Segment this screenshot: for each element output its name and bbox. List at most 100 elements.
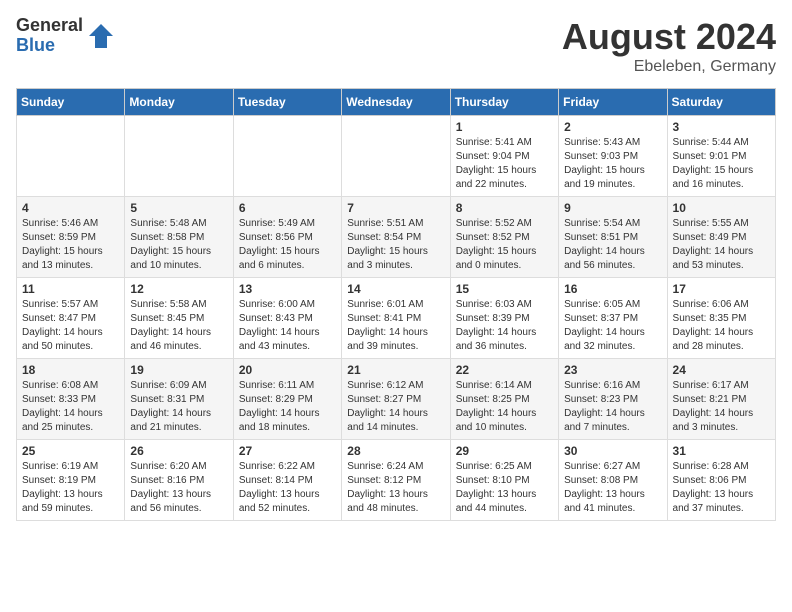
calendar-cell: 29Sunrise: 6:25 AM Sunset: 8:10 PM Dayli… [450,440,558,521]
day-number: 11 [22,282,119,296]
day-number: 6 [239,201,336,215]
calendar-cell: 1 Sunrise: 5:41 AM Sunset: 9:04 PM Daylig… [450,116,558,197]
logo-general: General [16,16,83,36]
day-info: Sunrise: 5:57 AM Sunset: 8:47 PM Dayligh… [22,298,119,354]
day-number: 1 [456,120,553,134]
calendar-cell: 19Sunrise: 6:09 AM Sunset: 8:31 PM Dayli… [125,359,233,440]
calendar-cell: 30Sunrise: 6:27 AM Sunset: 8:08 PM Dayli… [559,440,667,521]
calendar-cell: 22Sunrise: 6:14 AM Sunset: 8:25 PM Dayli… [450,359,558,440]
month-year-title: August 2024 [562,16,776,58]
day-number: 29 [456,444,553,458]
day-number: 23 [564,363,661,377]
calendar-cell [17,116,125,197]
calendar-cell: 12 Sunrise: 5:58 AM Sunset: 8:45 PM Dayli… [125,278,233,359]
day-info: Sunrise: 6:03 AM Sunset: 8:39 PM Dayligh… [456,298,553,354]
calendar-cell: 27Sunrise: 6:22 AM Sunset: 8:14 PM Dayli… [233,440,341,521]
day-number: 17 [673,282,770,296]
calendar-cell: 16 Sunrise: 6:05 AM Sunset: 8:37 PM Dayli… [559,278,667,359]
calendar-cell: 7 Sunrise: 5:51 AM Sunset: 8:54 PM Daylig… [342,197,450,278]
calendar-cell: 6 Sunrise: 5:49 AM Sunset: 8:56 PM Daylig… [233,197,341,278]
day-info: Sunrise: 6:05 AM Sunset: 8:37 PM Dayligh… [564,298,661,354]
col-tuesday: Tuesday [233,89,341,116]
day-info: Sunrise: 5:58 AM Sunset: 8:45 PM Dayligh… [130,298,227,354]
day-number: 25 [22,444,119,458]
calendar-cell: 21 Sunrise: 6:12 AM Sunset: 8:27 PM Dayli… [342,359,450,440]
day-info: Sunrise: 5:54 AM Sunset: 8:51 PM Dayligh… [564,217,661,273]
calendar-cell: 5 Sunrise: 5:48 AM Sunset: 8:58 PM Daylig… [125,197,233,278]
day-info: Sunrise: 6:08 AM Sunset: 8:33 PM Dayligh… [22,379,119,435]
calendar-cell: 17Sunrise: 6:06 AM Sunset: 8:35 PM Dayli… [667,278,775,359]
day-number: 16 [564,282,661,296]
logo-icon [87,22,115,50]
logo-blue: Blue [16,36,83,56]
calendar-cell: 9Sunrise: 5:54 AM Sunset: 8:51 PM Daylig… [559,197,667,278]
col-wednesday: Wednesday [342,89,450,116]
day-info: Sunrise: 5:51 AM Sunset: 8:54 PM Dayligh… [347,217,444,273]
day-info: Sunrise: 5:46 AM Sunset: 8:59 PM Dayligh… [22,217,119,273]
calendar-cell: 10 Sunrise: 5:55 AM Sunset: 8:49 PM Dayli… [667,197,775,278]
page-header: General Blue August 2024 Ebeleben, Germa… [16,16,776,76]
day-info: Sunrise: 6:01 AM Sunset: 8:41 PM Dayligh… [347,298,444,354]
col-monday: Monday [125,89,233,116]
day-info: Sunrise: 6:09 AM Sunset: 8:31 PM Dayligh… [130,379,227,435]
day-number: 8 [456,201,553,215]
day-info: Sunrise: 6:20 AM Sunset: 8:16 PM Dayligh… [130,460,227,516]
col-saturday: Saturday [667,89,775,116]
logo-text: General Blue [16,16,83,56]
day-info: Sunrise: 5:43 AM Sunset: 9:03 PM Dayligh… [564,136,661,192]
day-number: 15 [456,282,553,296]
calendar-header: Sunday Monday Tuesday Wednesday Thursday… [17,89,776,116]
day-number: 30 [564,444,661,458]
day-number: 18 [22,363,119,377]
calendar-cell: 31Sunrise: 6:28 AM Sunset: 8:06 PM Dayli… [667,440,775,521]
day-number: 26 [130,444,227,458]
calendar-cell: 20 Sunrise: 6:11 AM Sunset: 8:29 PM Dayli… [233,359,341,440]
day-number: 5 [130,201,227,215]
calendar-cell: 28Sunrise: 6:24 AM Sunset: 8:12 PM Dayli… [342,440,450,521]
col-friday: Friday [559,89,667,116]
day-number: 10 [673,201,770,215]
day-info: Sunrise: 5:55 AM Sunset: 8:49 PM Dayligh… [673,217,770,273]
day-number: 7 [347,201,444,215]
day-number: 24 [673,363,770,377]
calendar-cell: 18 Sunrise: 6:08 AM Sunset: 8:33 PM Dayli… [17,359,125,440]
day-number: 12 [130,282,227,296]
calendar-cell: 23 Sunrise: 6:16 AM Sunset: 8:23 PM Dayli… [559,359,667,440]
location-subtitle: Ebeleben, Germany [562,58,776,76]
calendar-cell: 24 Sunrise: 6:17 AM Sunset: 8:21 PM Dayli… [667,359,775,440]
day-number: 22 [456,363,553,377]
calendar-cell: 3Sunrise: 5:44 AM Sunset: 9:01 PM Daylig… [667,116,775,197]
day-number: 14 [347,282,444,296]
day-number: 2 [564,120,661,134]
calendar-week-3: 11 Sunrise: 5:57 AM Sunset: 8:47 PM Dayli… [17,278,776,359]
calendar-week-5: 25 Sunrise: 6:19 AM Sunset: 8:19 PM Dayli… [17,440,776,521]
calendar-week-4: 18 Sunrise: 6:08 AM Sunset: 8:33 PM Dayli… [17,359,776,440]
day-info: Sunrise: 6:17 AM Sunset: 8:21 PM Dayligh… [673,379,770,435]
logo: General Blue [16,16,115,56]
day-number: 28 [347,444,444,458]
day-info: Sunrise: 5:52 AM Sunset: 8:52 PM Dayligh… [456,217,553,273]
calendar-cell: 14 Sunrise: 6:01 AM Sunset: 8:41 PM Dayli… [342,278,450,359]
day-number: 27 [239,444,336,458]
day-number: 20 [239,363,336,377]
col-thursday: Thursday [450,89,558,116]
day-number: 31 [673,444,770,458]
day-number: 21 [347,363,444,377]
calendar-week-1: 1 Sunrise: 5:41 AM Sunset: 9:04 PM Daylig… [17,116,776,197]
calendar-table: Sunday Monday Tuesday Wednesday Thursday… [16,88,776,521]
day-info: Sunrise: 6:16 AM Sunset: 8:23 PM Dayligh… [564,379,661,435]
day-number: 13 [239,282,336,296]
col-sunday: Sunday [17,89,125,116]
day-info: Sunrise: 5:48 AM Sunset: 8:58 PM Dayligh… [130,217,227,273]
day-info: Sunrise: 6:12 AM Sunset: 8:27 PM Dayligh… [347,379,444,435]
day-info: Sunrise: 6:19 AM Sunset: 8:19 PM Dayligh… [22,460,119,516]
day-info: Sunrise: 6:11 AM Sunset: 8:29 PM Dayligh… [239,379,336,435]
day-info: Sunrise: 5:49 AM Sunset: 8:56 PM Dayligh… [239,217,336,273]
calendar-cell: 25 Sunrise: 6:19 AM Sunset: 8:19 PM Dayli… [17,440,125,521]
day-number: 3 [673,120,770,134]
calendar-cell: 13Sunrise: 6:00 AM Sunset: 8:43 PM Dayli… [233,278,341,359]
calendar-week-2: 4Sunrise: 5:46 AM Sunset: 8:59 PM Daylig… [17,197,776,278]
calendar-cell: 8 Sunrise: 5:52 AM Sunset: 8:52 PM Daylig… [450,197,558,278]
day-info: Sunrise: 5:41 AM Sunset: 9:04 PM Dayligh… [456,136,553,192]
calendar-cell: 26 Sunrise: 6:20 AM Sunset: 8:16 PM Dayli… [125,440,233,521]
